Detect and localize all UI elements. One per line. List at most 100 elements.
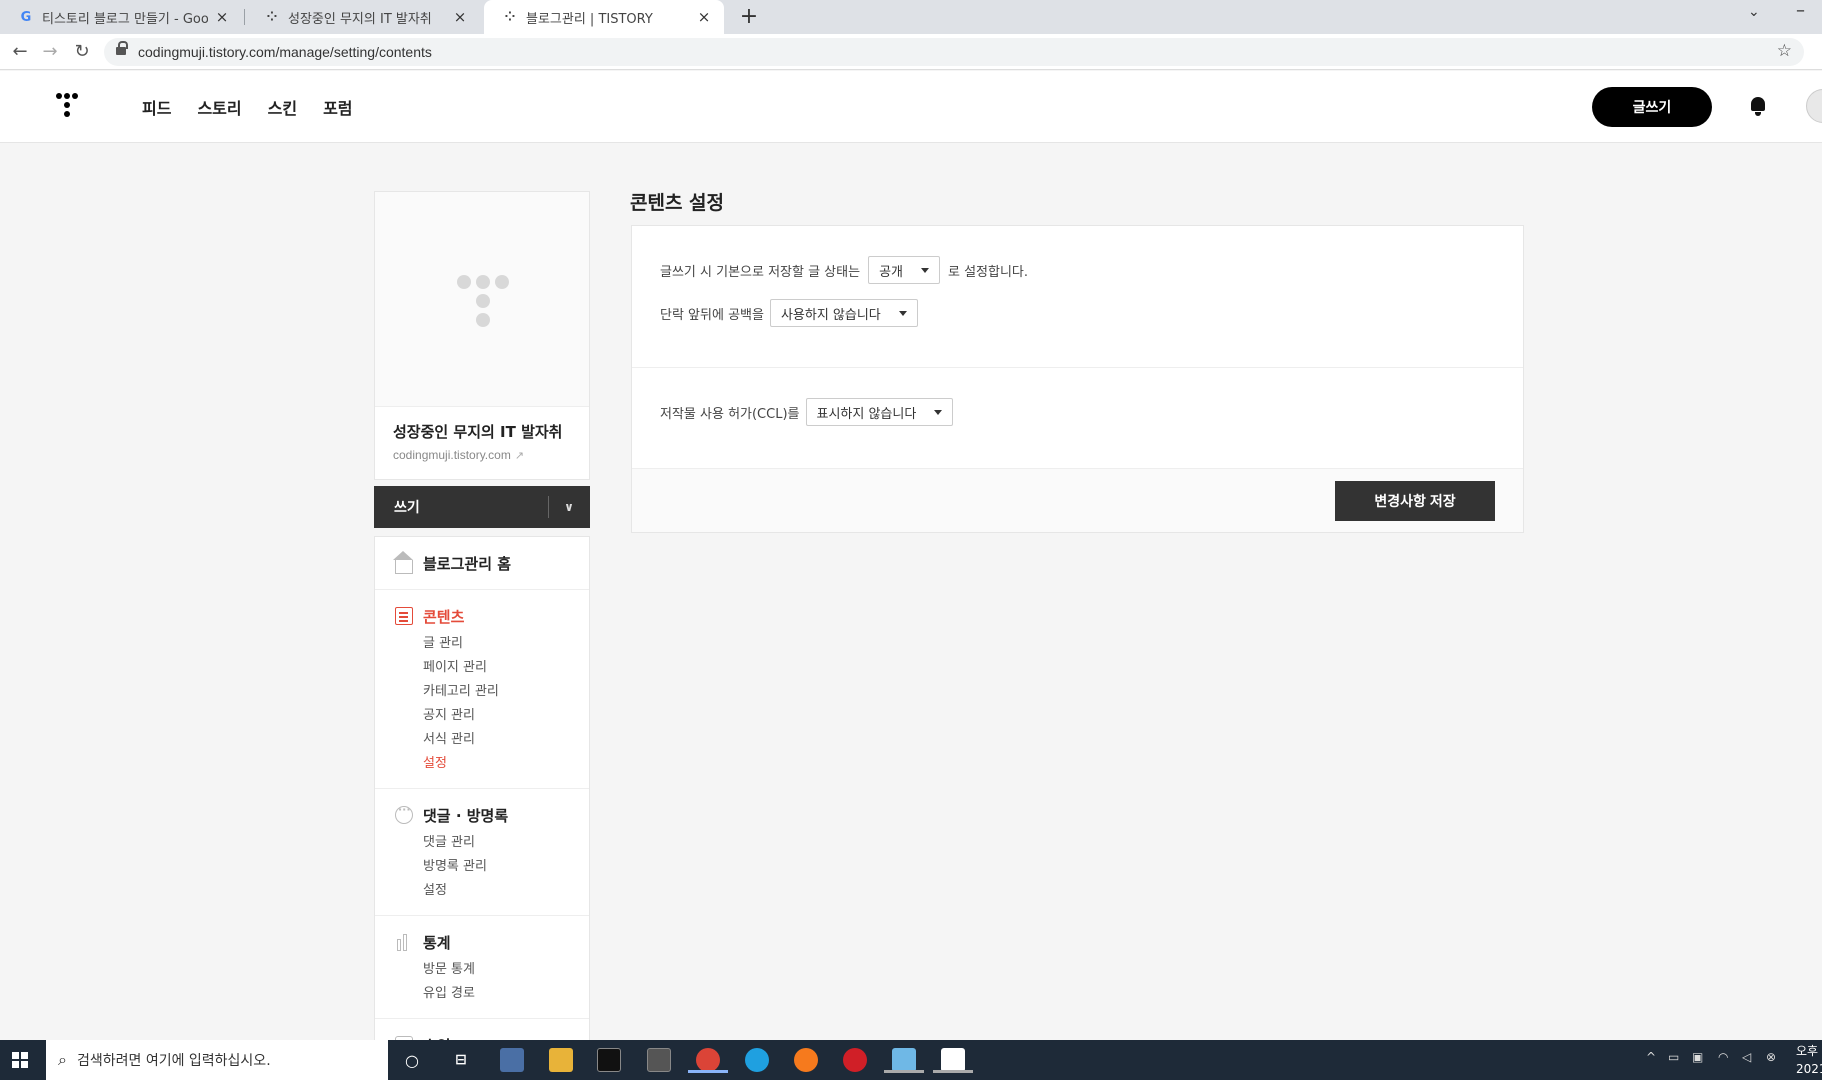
lock-icon [116,41,128,57]
tray-app-icon[interactable]: ⊗ [1766,1050,1776,1064]
document-icon [395,607,413,625]
caret-down-icon [934,409,943,415]
sidebar-subitem-posts[interactable]: 글 관리 [423,632,589,656]
close-icon[interactable]: × [214,8,230,26]
settings-card: 글쓰기 시 기본으로 저장할 글 상태는 공개 로 설정합니다. 단락 앞뒤에 … [631,225,1524,533]
sidebar-menu: 블로그관리 홈 콘텐츠 글 관리 페이지 관리 카테고리 관리 공지 관리 서식… [374,536,590,1040]
notification-bell-icon[interactable] [1748,95,1768,117]
taskbar-clock[interactable]: 오후 2021- [1796,1042,1822,1078]
sidebar-item-stats[interactable]: 통계 [375,930,589,954]
nav-skin[interactable]: 스킨 [268,95,297,119]
write-post-button[interactable]: 글쓰기 [1592,87,1712,127]
sidebar-subitem-guestbook[interactable]: 방명록 관리 [423,855,589,879]
ccl-select[interactable]: 표시하지 않습니다 [805,398,954,426]
blog-name[interactable]: 성장중인 무지의 IT 발자취 [393,421,571,442]
app-icon[interactable] [647,1048,671,1072]
bookmark-star-icon[interactable]: ☆ [1777,41,1792,61]
tray-app-icon[interactable]: ▭ [1668,1050,1679,1064]
tab-title: 성장중인 무지의 IT 발자취 [288,11,432,27]
blog-profile: 성장중인 무지의 IT 발자취 codingmuji.tistory.com ↗ [374,191,590,480]
default-status-label: 글쓰기 시 기본으로 저장할 글 상태는 [660,264,861,280]
browser-tab-1[interactable]: G 티스토리 블로그 만들기 - Googl × [0,0,242,34]
minimize-icon[interactable]: – [1796,0,1805,21]
sidebar-subitem-content-settings[interactable]: 설정 [423,752,589,776]
sidebar-subitem-pages[interactable]: 페이지 관리 [423,656,589,680]
tistory-logo-icon[interactable] [56,93,84,121]
write-menu-button[interactable]: 쓰기 ∨ [374,486,590,528]
comment-icon [395,803,413,824]
chevron-down-icon[interactable]: ∨ [548,500,590,514]
running-app-indicator [884,1070,924,1073]
tray-chevron-icon[interactable]: ^ [1646,1050,1656,1064]
browser-tab-bar: G 티스토리 블로그 만들기 - Googl × ⁘ 성장중인 무지의 IT 발… [0,0,1822,34]
paragraph-spacing-select[interactable]: 사용하지 않습니다 [769,299,918,327]
global-nav: 피드 스토리 스킨 포럼 [142,95,353,119]
avatar[interactable] [1806,89,1822,123]
active-app-indicator [688,1070,728,1073]
task-view-icon[interactable]: ⊟ [449,1048,473,1072]
default-status-row: 글쓰기 시 기본으로 저장할 글 상태는 공개 로 설정합니다. [660,256,1028,284]
edge-icon[interactable] [745,1048,769,1072]
file-explorer-icon[interactable] [549,1048,573,1072]
wifi-icon[interactable]: ◠ [1718,1050,1728,1064]
close-icon[interactable]: × [696,8,712,26]
save-changes-button[interactable]: 변경사항 저장 [1335,481,1495,521]
browser-tab-3-active[interactable]: ⁘ 블로그관리 | TISTORY × [484,0,724,34]
browser-toolbar: ← → ↻ codingmuji.tistory.com/manage/sett… [0,34,1822,70]
tab-title: 티스토리 블로그 만들기 - Googl [42,11,208,27]
firefox-icon[interactable] [794,1048,818,1072]
browser-tab-2[interactable]: ⁘ 성장중인 무지의 IT 발자취 × [246,0,480,34]
sidebar-item-home[interactable]: 블로그관리 홈 [375,551,589,575]
terminal-icon[interactable] [597,1048,621,1072]
blog-profile-image[interactable] [375,192,589,407]
address-bar[interactable]: codingmuji.tistory.com/manage/setting/co… [104,38,1804,66]
caret-down-icon [898,310,907,316]
nav-forum[interactable]: 포럼 [323,95,352,119]
page-title: 콘텐츠 설정 [630,192,725,214]
notepad-icon[interactable] [892,1048,916,1072]
bar-chart-icon [395,933,413,951]
ccl-label: 저작물 사용 허가(CCL)를 [660,406,800,422]
taskbar-search-input[interactable]: ⌕ 검색하려면 여기에 입력하십시오. [46,1040,388,1080]
tab-search-icon[interactable]: ⌄ [1748,4,1760,20]
windows-taskbar: ⌕ 검색하려면 여기에 입력하십시오. ○ ⊟ ^ ▭ ▣ ◠ ◁ ⊗ 오후 2… [0,1040,1822,1080]
caret-down-icon [920,267,929,273]
app-icon[interactable] [500,1048,524,1072]
sidebar-subitem-comment-settings[interactable]: 설정 [423,879,589,903]
blog-url-link[interactable]: codingmuji.tistory.com ↗ [393,448,571,462]
windows-start-icon[interactable] [12,1052,28,1068]
opera-icon[interactable] [843,1048,867,1072]
sidebar-item-revenue[interactable]: 수익 [375,1033,589,1040]
reload-icon[interactable]: ↻ [70,40,94,64]
cortana-icon[interactable]: ○ [400,1048,424,1072]
forward-icon[interactable]: → [38,40,62,64]
sidebar-subitem-templates[interactable]: 서식 관리 [423,728,589,752]
close-icon[interactable]: × [452,8,468,26]
home-icon [393,551,413,574]
nav-story[interactable]: 스토리 [197,95,241,119]
ccl-row: 저작물 사용 허가(CCL)를 표시하지 않습니다 [660,398,961,426]
sidebar-item-contents[interactable]: 콘텐츠 [375,604,589,628]
volume-icon[interactable]: ◁ [1742,1050,1751,1064]
app-icon[interactable] [941,1048,965,1072]
external-link-icon: ↗ [514,450,525,462]
tistory-icon: ⁘ [266,9,278,25]
tray-app-icon[interactable]: ▣ [1692,1050,1703,1064]
sidebar-subitem-notices[interactable]: 공지 관리 [423,704,589,728]
tab-separator [244,9,245,25]
new-tab-button[interactable]: + [736,4,762,30]
back-icon[interactable]: ← [8,40,32,64]
default-status-select[interactable]: 공개 [868,256,940,284]
tistory-icon: ⁘ [504,9,516,25]
divider [548,496,549,518]
sidebar-subitem-comments[interactable]: 댓글 관리 [423,831,589,855]
chrome-icon[interactable] [696,1048,720,1072]
sidebar-subitem-visits[interactable]: 방문 통계 [423,958,589,982]
nav-feed[interactable]: 피드 [142,95,171,119]
paragraph-spacing-label: 단락 앞뒤에 공백을 [660,307,764,323]
sidebar-item-comments[interactable]: 댓글 · 방명록 [375,803,589,827]
write-menu-label: 쓰기 [394,500,420,516]
sidebar-subitem-referrers[interactable]: 유입 경로 [423,982,589,1006]
google-icon: G [20,9,32,25]
sidebar-subitem-categories[interactable]: 카테고리 관리 [423,680,589,704]
